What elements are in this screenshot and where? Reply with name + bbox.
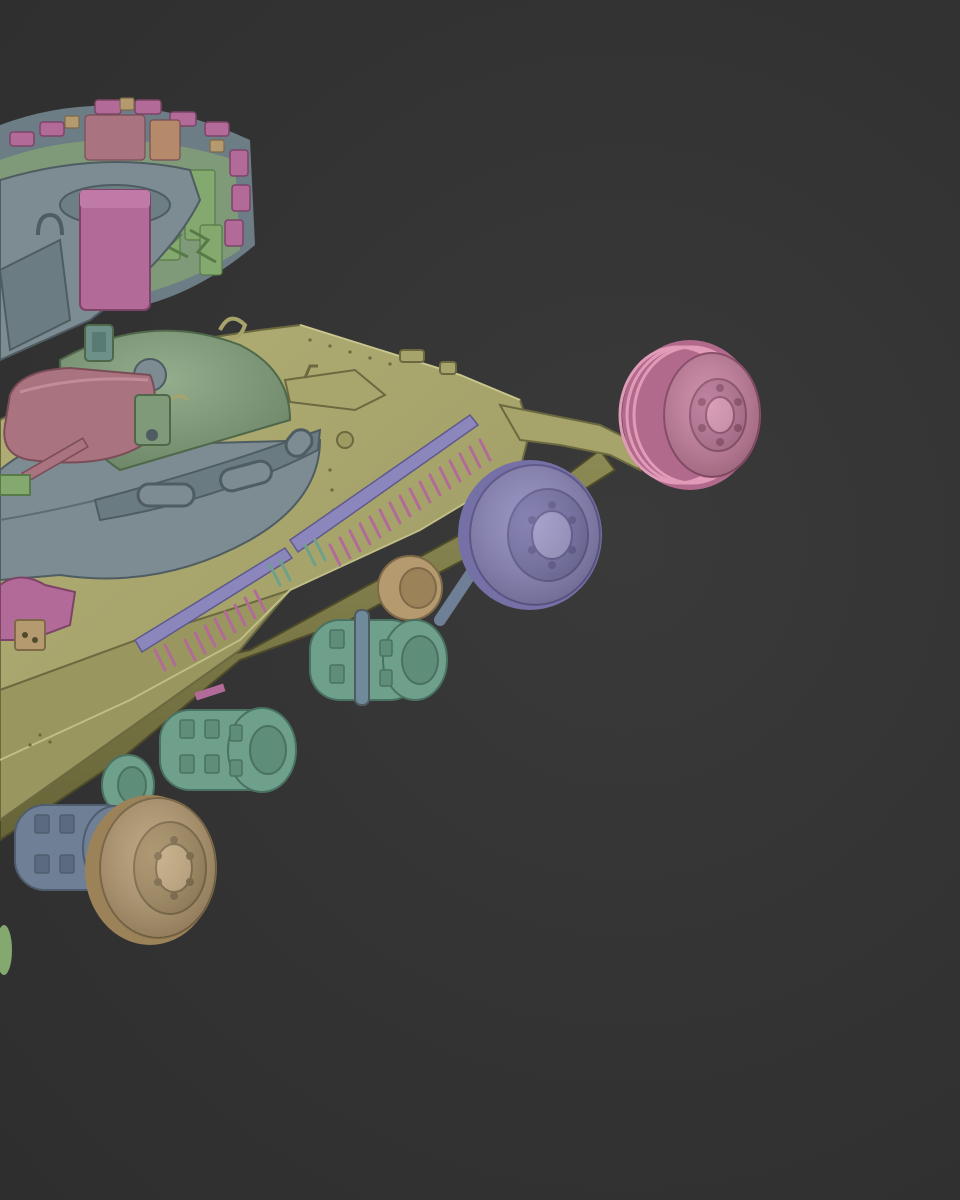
tank-model-render: [0, 97, 761, 975]
blender-viewport[interactable]: [0, 0, 960, 1200]
idler-wheel: [618, 340, 761, 490]
